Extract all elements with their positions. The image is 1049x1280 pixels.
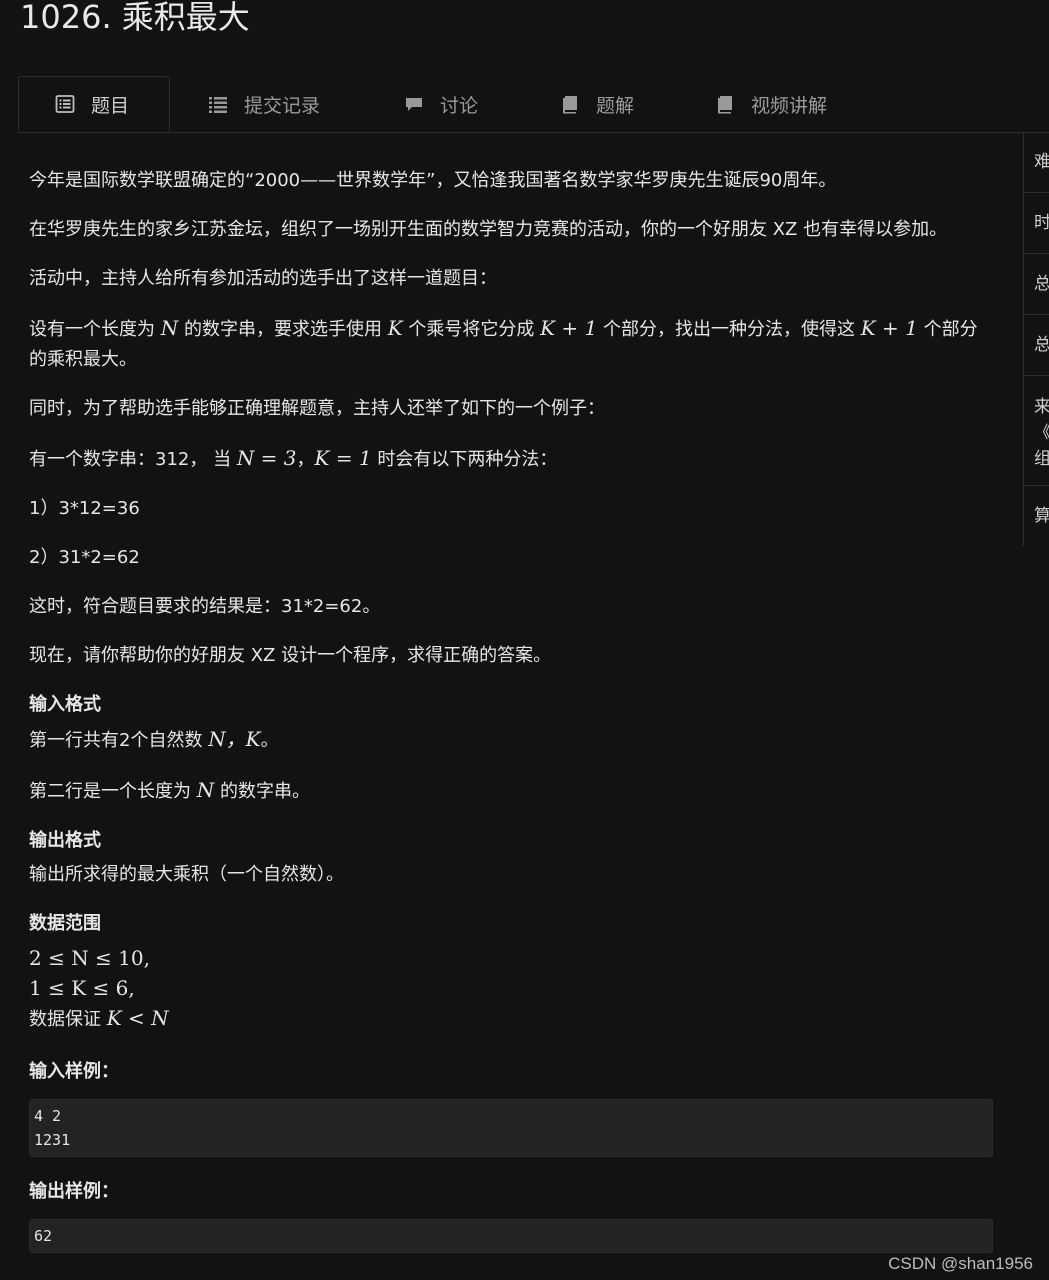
problem-page: 1026. 乘积最大 题目 提交记录 讨论 题解 视频讲解 算 今年是国际数学联… — [0, 0, 1049, 1280]
problem-paragraph: 有一个数字串：312， 当 N = 3，K = 1 时会有以下两种分法： — [29, 443, 994, 475]
math-expr: K + 1 — [860, 316, 918, 340]
problem-paragraph: 在华罗庚先生的家乡江苏金坛，组织了一场别开生面的数学智力竞赛的活动，你的一个好朋… — [29, 219, 948, 240]
math-expr: N = 3 — [236, 446, 297, 470]
problem-paragraph: 这时，符合题目要求的结果是：31*2=62。 — [29, 596, 381, 617]
math-expr: K < N — [106, 1006, 169, 1030]
tab-problem-label: 题目 — [91, 94, 130, 117]
problem-content: 今年是国际数学联盟确定的“2000——世界数学年”，又恰逢我国著名数学家华罗庚先… — [29, 166, 994, 1253]
math-expr: K — [387, 316, 403, 340]
side-source-line1: 来 — [1034, 394, 1049, 420]
text-span: 。 — [260, 730, 279, 751]
book-icon — [560, 94, 580, 114]
side-cell-algorithm: 算 — [1034, 506, 1049, 526]
text-span: 数据保证 — [29, 1009, 101, 1030]
output-format-heading: 输出格式 — [29, 830, 101, 851]
text-span: 设有一个长度为 — [29, 319, 155, 340]
problem-paragraph: 现在，请你帮助你的好朋友 XZ 设计一个程序，求得正确的答案。 — [29, 645, 552, 666]
code-line: 1231 — [34, 1131, 71, 1149]
text-span: ， — [296, 449, 315, 470]
tab-solutions[interactable]: 题解 — [560, 76, 634, 132]
book-icon — [715, 94, 735, 114]
problem-paragraph: 设有一个长度为 N 的数字串，要求选手使用 K 个乘号将它分成 K + 1 个部… — [29, 313, 994, 375]
sample-output-code[interactable]: 62 — [29, 1219, 993, 1253]
text-span: 第二行是一个长度为 — [29, 781, 191, 802]
tab-video[interactable]: 视频讲解 — [715, 76, 827, 132]
input-format-line: 第二行是一个长度为 N 的数字串。 — [29, 775, 994, 807]
math-expr: N — [160, 316, 179, 340]
side-source-line2: 《 — [1034, 420, 1049, 446]
text-span: 有一个数字串：312， 当 — [29, 449, 232, 470]
watermark-text: CSDN @shan1956 — [888, 1254, 1033, 1273]
tab-submissions[interactable]: 提交记录 — [208, 76, 320, 132]
text-span: 个部分，找出一种分法，使得这 — [603, 319, 855, 340]
sample-input-code[interactable]: 4 2 1231 — [29, 1099, 993, 1157]
list-icon — [208, 94, 228, 114]
list-alt-icon — [55, 94, 75, 114]
problem-paragraph: 1）3*12=36 — [29, 498, 140, 519]
side-cell-total-2: 总 — [1024, 315, 1049, 376]
side-cell-total-1: 总 — [1024, 254, 1049, 315]
math-expr: N，K — [208, 727, 261, 751]
code-line: 62 — [34, 1227, 53, 1245]
page-title: 1026. 乘积最大 — [20, 0, 250, 36]
problem-paragraph: 同时，为了帮助选手能够正确理解题意，主持人还举了如下的一个例子： — [29, 398, 605, 419]
text-span: 个乘号将它分成 — [408, 319, 535, 340]
text-span: 第一行共有2个自然数 — [29, 730, 203, 751]
sample-output-heading: 输出样例： — [29, 1181, 119, 1202]
input-format-heading: 输入格式 — [29, 694, 101, 715]
problem-paragraph: 活动中，主持人给所有参加活动的选手出了这样一道题目： — [29, 268, 497, 289]
tab-solutions-label: 题解 — [596, 94, 635, 117]
tab-submissions-label: 提交记录 — [244, 94, 321, 117]
text-span: 的数字串。 — [219, 781, 310, 802]
text-span: 时会有以下两种分法： — [377, 449, 558, 470]
side-cell-difficulty: 难 — [1024, 132, 1049, 193]
math-expr: N — [196, 778, 215, 802]
side-cell-time: 时 — [1024, 193, 1049, 254]
problem-paragraph: 今年是国际数学联盟确定的“2000——世界数学年”，又恰逢我国著名数学家华罗庚先… — [29, 170, 837, 191]
input-format-line: 第一行共有2个自然数 N，K。 — [29, 724, 994, 756]
text-span: 的数字串，要求选手使用 — [183, 319, 382, 340]
sample-input-heading: 输入样例： — [29, 1061, 119, 1082]
output-format-line: 输出所求得的最大乘积（一个自然数）。 — [29, 864, 344, 885]
side-cell-source: 来 《 组 — [1024, 376, 1049, 486]
range-line: 数据保证 K < N — [29, 1003, 994, 1035]
comment-icon — [404, 94, 424, 114]
tab-bar: 题目 提交记录 讨论 题解 视频讲解 — [18, 76, 1049, 133]
data-range-heading: 数据范围 — [29, 913, 101, 934]
tab-problem[interactable]: 题目 — [18, 76, 170, 132]
range-line: 2 ≤ N ≤ 10, — [29, 946, 150, 970]
info-side-panel: 难 时 总 总 来 《 组 算 — [1023, 132, 1049, 546]
problem-paragraph: 2）31*2=62 — [29, 547, 140, 568]
tab-discussion-label: 讨论 — [440, 94, 479, 117]
tab-video-label: 视频讲解 — [751, 94, 828, 117]
range-line: 1 ≤ K ≤ 6, — [29, 976, 135, 1000]
math-expr: K = 1 — [314, 446, 372, 470]
data-range-block: 2 ≤ N ≤ 10, 1 ≤ K ≤ 6, 数据保证 K < N — [29, 943, 994, 1035]
code-line: 4 2 — [34, 1107, 62, 1125]
tab-discussion[interactable]: 讨论 — [404, 76, 478, 132]
math-expr: K + 1 — [540, 316, 598, 340]
side-source-line3: 组 — [1034, 446, 1049, 472]
